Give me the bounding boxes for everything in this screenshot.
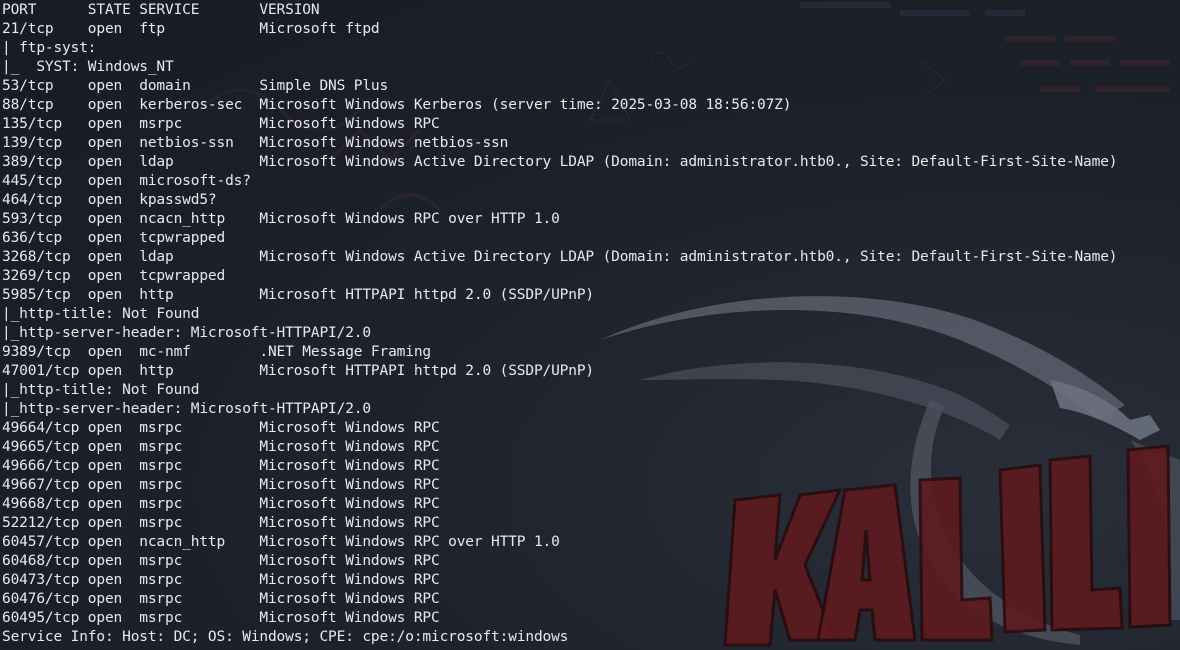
terminal-line: 21/tcp open ftp Microsoft ftpd bbox=[2, 21, 380, 37]
terminal-line: |_ SYST: Windows_NT bbox=[2, 59, 174, 75]
terminal-line: | ftp-syst: bbox=[2, 40, 97, 56]
terminal-line: |_http-server-header: Microsoft-HTTPAPI/… bbox=[2, 325, 371, 341]
terminal-line: 49666/tcp open msrpc Microsoft Windows R… bbox=[2, 458, 440, 474]
terminal-line: 88/tcp open kerberos-sec Microsoft Windo… bbox=[2, 97, 792, 113]
terminal-line: 60476/tcp open msrpc Microsoft Windows R… bbox=[2, 591, 440, 607]
terminal-line: |_http-title: Not Found bbox=[2, 382, 200, 398]
terminal-line: 49667/tcp open msrpc Microsoft Windows R… bbox=[2, 477, 440, 493]
terminal-line: 60457/tcp open ncacn_http Microsoft Wind… bbox=[2, 534, 560, 550]
terminal-line: 139/tcp open netbios-ssn Microsoft Windo… bbox=[2, 135, 509, 151]
terminal-line: 47001/tcp open http Microsoft HTTPAPI ht… bbox=[2, 363, 595, 379]
terminal-line: 3269/tcp open tcpwrapped bbox=[2, 268, 226, 284]
terminal-line: 49668/tcp open msrpc Microsoft Windows R… bbox=[2, 496, 440, 512]
terminal-line: 135/tcp open msrpc Microsoft Windows RPC bbox=[2, 116, 440, 132]
terminal-line: 60473/tcp open msrpc Microsoft Windows R… bbox=[2, 572, 440, 588]
terminal-line: 445/tcp open microsoft-ds? bbox=[2, 173, 251, 189]
terminal-line: PORT STATE SERVICE VERSION bbox=[2, 2, 320, 18]
terminal-line: 53/tcp open domain Simple DNS Plus bbox=[2, 78, 389, 94]
terminal-line: 52212/tcp open msrpc Microsoft Windows R… bbox=[2, 515, 440, 531]
terminal-line: 49664/tcp open msrpc Microsoft Windows R… bbox=[2, 420, 440, 436]
terminal-line: 389/tcp open ldap Microsoft Windows Acti… bbox=[2, 154, 1118, 170]
terminal-line: |_http-title: Not Found bbox=[2, 306, 200, 322]
terminal-line: 60468/tcp open msrpc Microsoft Windows R… bbox=[2, 553, 440, 569]
terminal-line: 60495/tcp open msrpc Microsoft Windows R… bbox=[2, 610, 440, 626]
terminal-line: |_http-server-header: Microsoft-HTTPAPI/… bbox=[2, 401, 371, 417]
nmap-scan-output: PORT STATE SERVICE VERSION 21/tcp open ft… bbox=[2, 1, 1178, 647]
terminal-line: 5985/tcp open http Microsoft HTTPAPI htt… bbox=[2, 287, 595, 303]
terminal-output: PORT STATE SERVICE VERSION 21/tcp open ft… bbox=[2, 1, 1178, 649]
terminal-line: 9389/tcp open mc-nmf .NET Message Framin… bbox=[2, 344, 431, 360]
terminal-line: 49665/tcp open msrpc Microsoft Windows R… bbox=[2, 439, 440, 455]
terminal-line: 464/tcp open kpasswd5? bbox=[2, 192, 217, 208]
terminal-line: 593/tcp open ncacn_http Microsoft Window… bbox=[2, 211, 560, 227]
terminal-line: 3268/tcp open ldap Microsoft Windows Act… bbox=[2, 249, 1118, 265]
terminal-line: 636/tcp open tcpwrapped bbox=[2, 230, 226, 246]
terminal-line: Service Info: Host: DC; OS: Windows; CPE… bbox=[2, 629, 569, 645]
